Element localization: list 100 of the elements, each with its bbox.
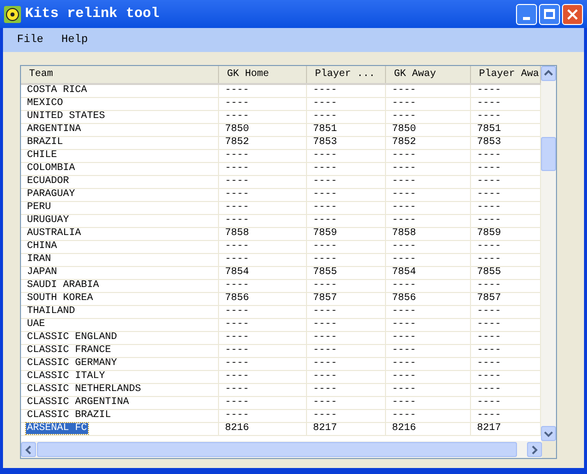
table-cell: ---- [476, 85, 502, 96]
column-header[interactable]: GK Home [219, 66, 307, 83]
menu-item[interactable]: Help [53, 32, 96, 48]
close-button[interactable] [562, 4, 583, 24]
table-cell: ---- [391, 319, 418, 330]
table-cell: ---- [312, 410, 338, 421]
column-header[interactable]: GK Away [386, 66, 471, 83]
scroll-down-button[interactable] [541, 426, 556, 441]
table-cell: ---- [476, 202, 502, 213]
table-cell: ---- [391, 215, 418, 226]
table-cell: ---- [224, 202, 250, 213]
table-cell: ---- [476, 319, 502, 330]
table-cell: ---- [476, 176, 502, 187]
table-cell: UAE [26, 319, 46, 330]
table-cell: ---- [391, 189, 418, 200]
table-cell: 7856 [391, 293, 418, 304]
table-cell: ---- [391, 332, 418, 343]
table-cell: ---- [391, 85, 418, 96]
horizontal-scrollbar[interactable] [21, 441, 542, 458]
table-cell: ---- [224, 358, 250, 369]
table-cell: ---- [476, 254, 502, 265]
table-cell: ---- [224, 397, 250, 408]
table-cell: ---- [312, 215, 338, 226]
table-cell: ---- [312, 254, 338, 265]
table-cell: URUGUAY [26, 215, 70, 226]
table-cell: 7858 [391, 228, 418, 239]
table-cell: ---- [391, 371, 418, 382]
table-cell: ---- [391, 306, 418, 317]
table-cell: ---- [224, 176, 250, 187]
scroll-thumb[interactable] [541, 137, 556, 171]
table-cell: CLASSIC ENGLAND [26, 332, 118, 343]
maximize-icon [544, 9, 555, 19]
table-cell: COSTA RICA [26, 85, 88, 96]
table-cell: ---- [224, 254, 250, 265]
vertical-scrollbar[interactable] [541, 66, 556, 441]
table-cell: CLASSIC NETHERLANDS [26, 384, 142, 395]
table-cell: ---- [391, 397, 418, 408]
scroll-right-button[interactable] [527, 442, 542, 457]
table-cell: 7850 [391, 124, 418, 135]
table-cell: PARAGUAY [26, 189, 76, 200]
table-cell: ---- [312, 332, 338, 343]
table-cell: ---- [476, 384, 502, 395]
column-header[interactable]: Team [21, 66, 219, 83]
table-cell: ---- [476, 410, 502, 421]
table-cell: ---- [224, 85, 250, 96]
column-header[interactable]: Player ... [307, 66, 386, 83]
table-cell: 7852 [224, 137, 250, 148]
table-cell: COLOMBIA [26, 163, 76, 174]
table-cell: ---- [224, 306, 250, 317]
table-cell: UNITED STATES [26, 111, 106, 122]
table-cell: ---- [391, 254, 418, 265]
table-cell: ---- [224, 319, 250, 330]
table-cell: ---- [391, 176, 418, 187]
table-cell: ---- [476, 280, 502, 291]
table-cell: ---- [312, 98, 338, 109]
maximize-button[interactable] [539, 4, 560, 24]
table-cell: ---- [476, 98, 502, 109]
scroll-up-button[interactable] [541, 66, 556, 81]
table-cell: ---- [312, 202, 338, 213]
table-cell: ---- [224, 150, 250, 161]
table-cell: CLASSIC FRANCE [26, 345, 112, 356]
menu-item[interactable]: File [9, 32, 52, 48]
table-cell: ---- [476, 163, 502, 174]
table-cell: 7854 [224, 267, 250, 278]
table-cell: ---- [391, 358, 418, 369]
table-cell: AUSTRALIA [26, 228, 82, 239]
table-cell: CLASSIC ARGENTINA [26, 397, 130, 408]
table-cell: 7851 [312, 124, 338, 135]
table-cell: ---- [312, 397, 338, 408]
table-cell: MEXICO [26, 98, 64, 109]
table-cell: ---- [391, 150, 418, 161]
table-cell: ARSENAL FC [26, 423, 88, 434]
table-cell: 7853 [312, 137, 338, 148]
table-cell: CHINA [26, 241, 58, 252]
table-cell: CLASSIC ITALY [26, 371, 106, 382]
table-cell: ---- [391, 280, 418, 291]
scroll-thumb[interactable] [37, 442, 517, 457]
table-cell: ---- [476, 111, 502, 122]
table-cell: ---- [391, 98, 418, 109]
table-cell: ---- [312, 111, 338, 122]
scroll-left-button[interactable] [21, 442, 36, 457]
table-cell: ---- [224, 384, 250, 395]
table-cell: ---- [312, 176, 338, 187]
table-cell: 8216 [224, 423, 250, 434]
ball-icon [4, 6, 21, 22]
table-cell: 7855 [312, 267, 338, 278]
table-cell: ---- [224, 241, 250, 252]
table-cell: ---- [312, 163, 338, 174]
table-cell: ---- [476, 241, 502, 252]
table-cell: ---- [391, 202, 418, 213]
table-cell: ARGENTINA [26, 124, 82, 135]
table-cell: ---- [476, 371, 502, 382]
table-cell: CLASSIC BRAZIL [26, 410, 112, 421]
table-cell: ---- [391, 384, 418, 395]
minimize-button[interactable] [516, 4, 537, 24]
table-cell: 7857 [476, 293, 502, 304]
table-cell: BRAZIL [26, 137, 64, 148]
table-cell: ---- [476, 358, 502, 369]
window-title: Kits relink tool [25, 4, 160, 24]
table-cell: 8217 [312, 423, 338, 434]
